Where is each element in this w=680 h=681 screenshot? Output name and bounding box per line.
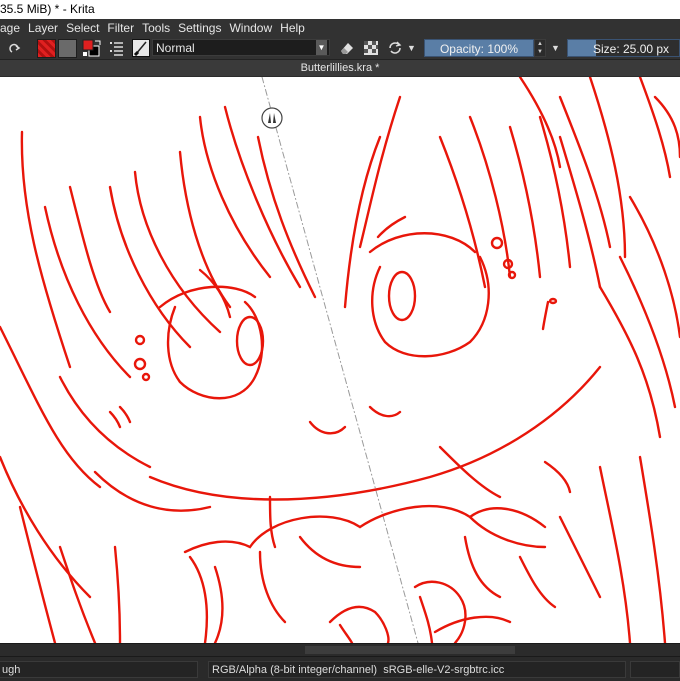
color-space-status: RGB/Alpha (8-bit integer/channel) sRGB-e… bbox=[208, 661, 626, 678]
preserve-alpha-icon[interactable] bbox=[362, 39, 380, 57]
menu-window[interactable]: Window bbox=[225, 19, 276, 37]
opacity-value: Opacity: 100% bbox=[439, 42, 519, 56]
line-art bbox=[0, 77, 680, 643]
menu-settings[interactable]: Settings bbox=[174, 19, 225, 37]
menu-filter[interactable]: Filter bbox=[103, 19, 138, 37]
fg-bg-color-swatch[interactable] bbox=[82, 39, 102, 57]
opacity-slider[interactable]: Opacity: 100% bbox=[424, 39, 534, 57]
brush-settings-icon[interactable] bbox=[109, 39, 125, 57]
status-bar: ugh RGB/Alpha (8-bit integer/channel) sR… bbox=[0, 656, 680, 681]
brush-name: ugh bbox=[2, 664, 21, 676]
opacity-spinner[interactable]: ▲ ▼ bbox=[534, 39, 546, 57]
window-title: 35.5 MiB) * - Krita bbox=[0, 2, 95, 16]
chevron-down-icon[interactable]: ▼ bbox=[551, 39, 563, 57]
brush-preset-icon[interactable] bbox=[132, 39, 150, 57]
scrollbar-thumb[interactable] bbox=[305, 646, 515, 654]
menu-image[interactable]: age bbox=[0, 19, 24, 37]
menu-tools[interactable]: Tools bbox=[138, 19, 174, 37]
menu-help[interactable]: Help bbox=[276, 19, 309, 37]
eraser-mode-icon[interactable] bbox=[338, 39, 356, 57]
document-tab[interactable]: Butterlillies.kra * bbox=[299, 60, 382, 76]
pattern-preset-icon[interactable] bbox=[58, 39, 77, 58]
image-size-status bbox=[630, 661, 680, 678]
reload-preset-icon[interactable] bbox=[386, 39, 404, 57]
color-profile: sRGB-elle-V2-srgbtrc.icc bbox=[383, 664, 505, 676]
brush-toolbar: Normal ▼ ▼ Opacity: 100% ▲ ▼ ▼ Size: 25.0… bbox=[0, 37, 680, 60]
redo-icon[interactable] bbox=[8, 39, 22, 57]
horizontal-scrollbar[interactable] bbox=[0, 643, 680, 656]
menu-bar: age Layer Select Filter Tools Settings W… bbox=[0, 19, 680, 37]
drawing-canvas[interactable] bbox=[0, 77, 680, 643]
menu-layer[interactable]: Layer bbox=[24, 19, 62, 37]
chevron-down-icon[interactable]: ▼ bbox=[407, 39, 419, 57]
size-value: Size: 25.00 px bbox=[593, 42, 670, 56]
chevron-down-icon: ▼ bbox=[316, 40, 327, 55]
color-space: RGB/Alpha (8-bit integer/channel) bbox=[212, 664, 378, 676]
window-title-bar: 35.5 MiB) * - Krita bbox=[0, 0, 680, 19]
document-tab-bar: Butterlillies.kra * bbox=[0, 60, 680, 76]
blend-mode-value: Normal bbox=[156, 41, 195, 55]
gradient-preset-icon[interactable] bbox=[37, 39, 56, 58]
size-slider[interactable]: Size: 25.00 px bbox=[567, 39, 680, 57]
menu-select[interactable]: Select bbox=[62, 19, 103, 37]
blend-mode-select[interactable]: Normal ▼ bbox=[152, 39, 330, 56]
brush-name-status: ugh bbox=[0, 661, 198, 678]
